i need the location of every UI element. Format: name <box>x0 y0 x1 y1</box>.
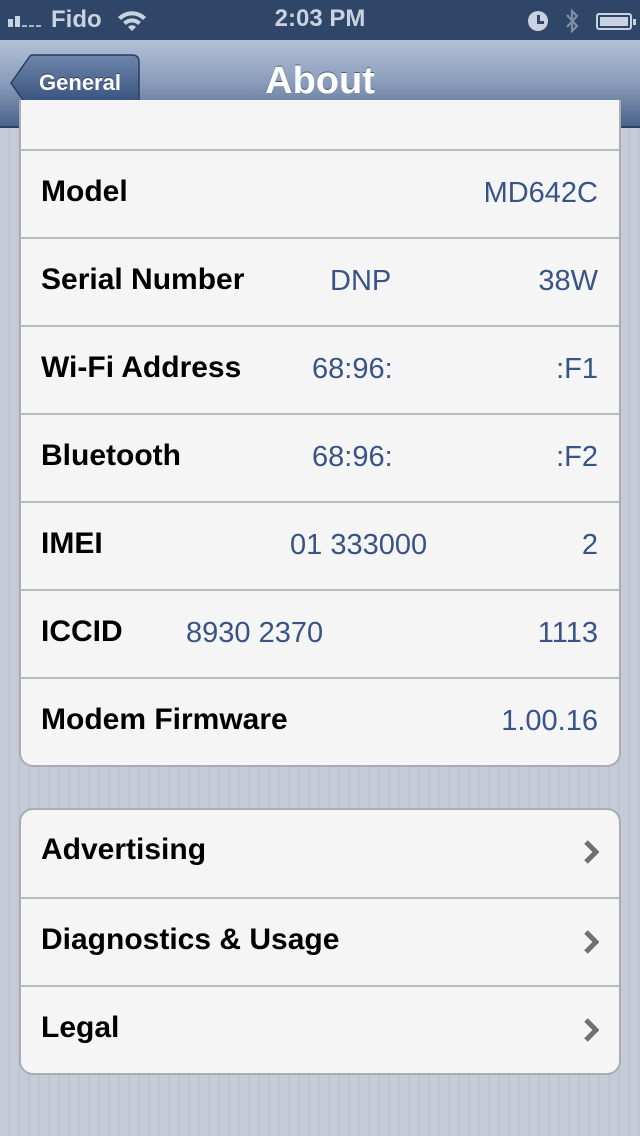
page-title: About <box>265 60 375 102</box>
info-row-serial-number: Serial Number DNP 38W <box>21 237 619 325</box>
info-label: ICCID <box>41 615 123 648</box>
info-row-iccid: ICCID 8930 2370 1113 <box>21 589 619 677</box>
info-value-end: 2 <box>581 529 598 561</box>
list-item-label: Diagnostics & Usage <box>41 923 340 956</box>
info-value-end: :F1 <box>556 353 598 385</box>
list-item-label: Advertising <box>41 833 207 866</box>
info-label: Model <box>41 175 128 208</box>
info-row-model: Model MD642C <box>21 149 619 237</box>
info-value-end: :F2 <box>556 441 598 473</box>
chevron-right-icon <box>584 840 599 864</box>
info-label: Modem Firmware <box>41 703 288 736</box>
chevron-right-icon <box>584 930 599 954</box>
info-value: MD642C <box>483 177 598 209</box>
info-label: Serial Number <box>41 263 245 296</box>
device-info-group: Model MD642C Serial Number DNP 38W Wi-Fi… <box>19 100 621 767</box>
status-bar: Fido 2:03 PM <box>0 0 640 40</box>
info-label: Wi-Fi Address <box>41 351 242 384</box>
list-item-label: Legal <box>41 1011 120 1044</box>
info-label: Bluetooth <box>41 439 181 472</box>
info-value-start: 68:96: <box>312 353 393 385</box>
info-label: IMEI <box>41 527 103 560</box>
links-group: Advertising Diagnostics & Usage Legal <box>19 808 621 1075</box>
chevron-right-icon <box>584 1018 599 1042</box>
info-value-start: 68:96: <box>312 441 393 473</box>
info-row-modem-firmware: Modem Firmware 1.00.16 <box>21 677 619 765</box>
info-row-wifi-address: Wi-Fi Address 68:96: :F1 <box>21 325 619 413</box>
bluetooth-icon <box>566 8 579 34</box>
info-value-end: 38W <box>538 265 598 297</box>
alarm-clock-icon <box>528 11 548 31</box>
info-row-imei: IMEI 01 333000 2 <box>21 501 619 589</box>
info-value-end: 1113 <box>537 617 598 649</box>
battery-icon <box>596 12 636 30</box>
list-item-diagnostics-usage[interactable]: Diagnostics & Usage <box>21 897 619 985</box>
info-value-start: 8930 2370 <box>186 617 324 649</box>
info-value: 1.00.16 <box>501 705 598 737</box>
list-item-advertising[interactable]: Advertising <box>21 809 619 897</box>
info-value-start: 01 333000 <box>290 529 428 561</box>
info-value-start: DNP <box>330 265 392 297</box>
info-row-bluetooth: Bluetooth 68:96: :F2 <box>21 413 619 501</box>
list-item-legal[interactable]: Legal <box>21 985 619 1073</box>
